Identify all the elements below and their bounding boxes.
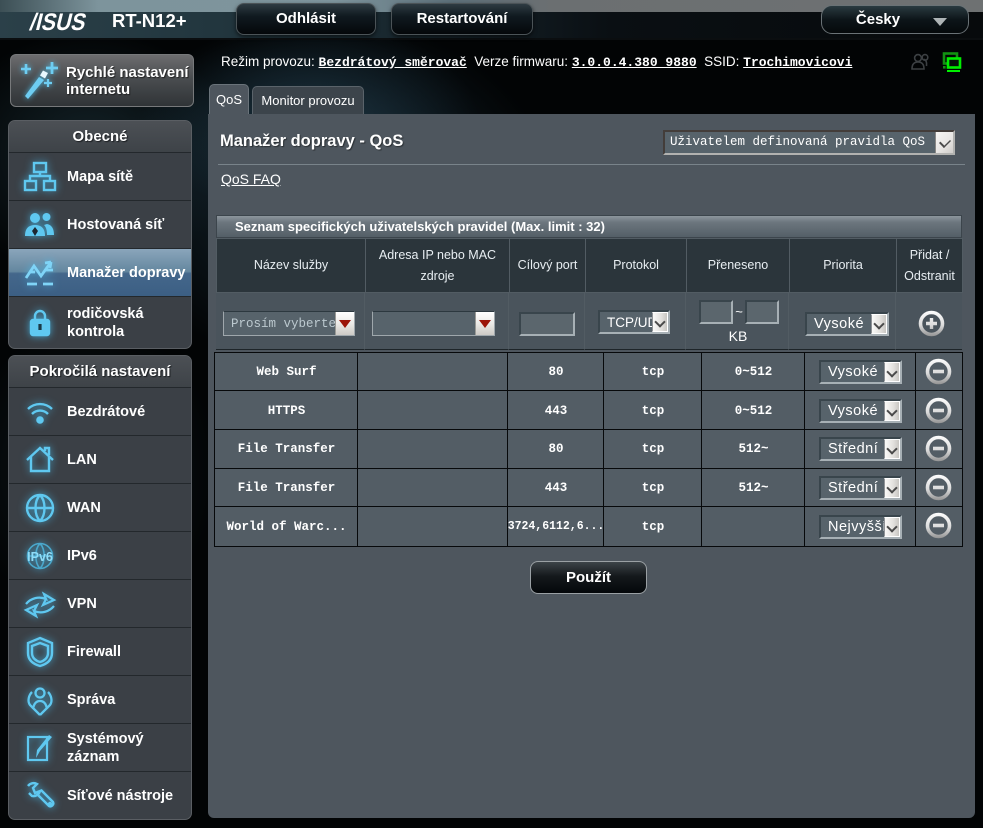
svg-text:IPv6: IPv6	[27, 550, 53, 564]
